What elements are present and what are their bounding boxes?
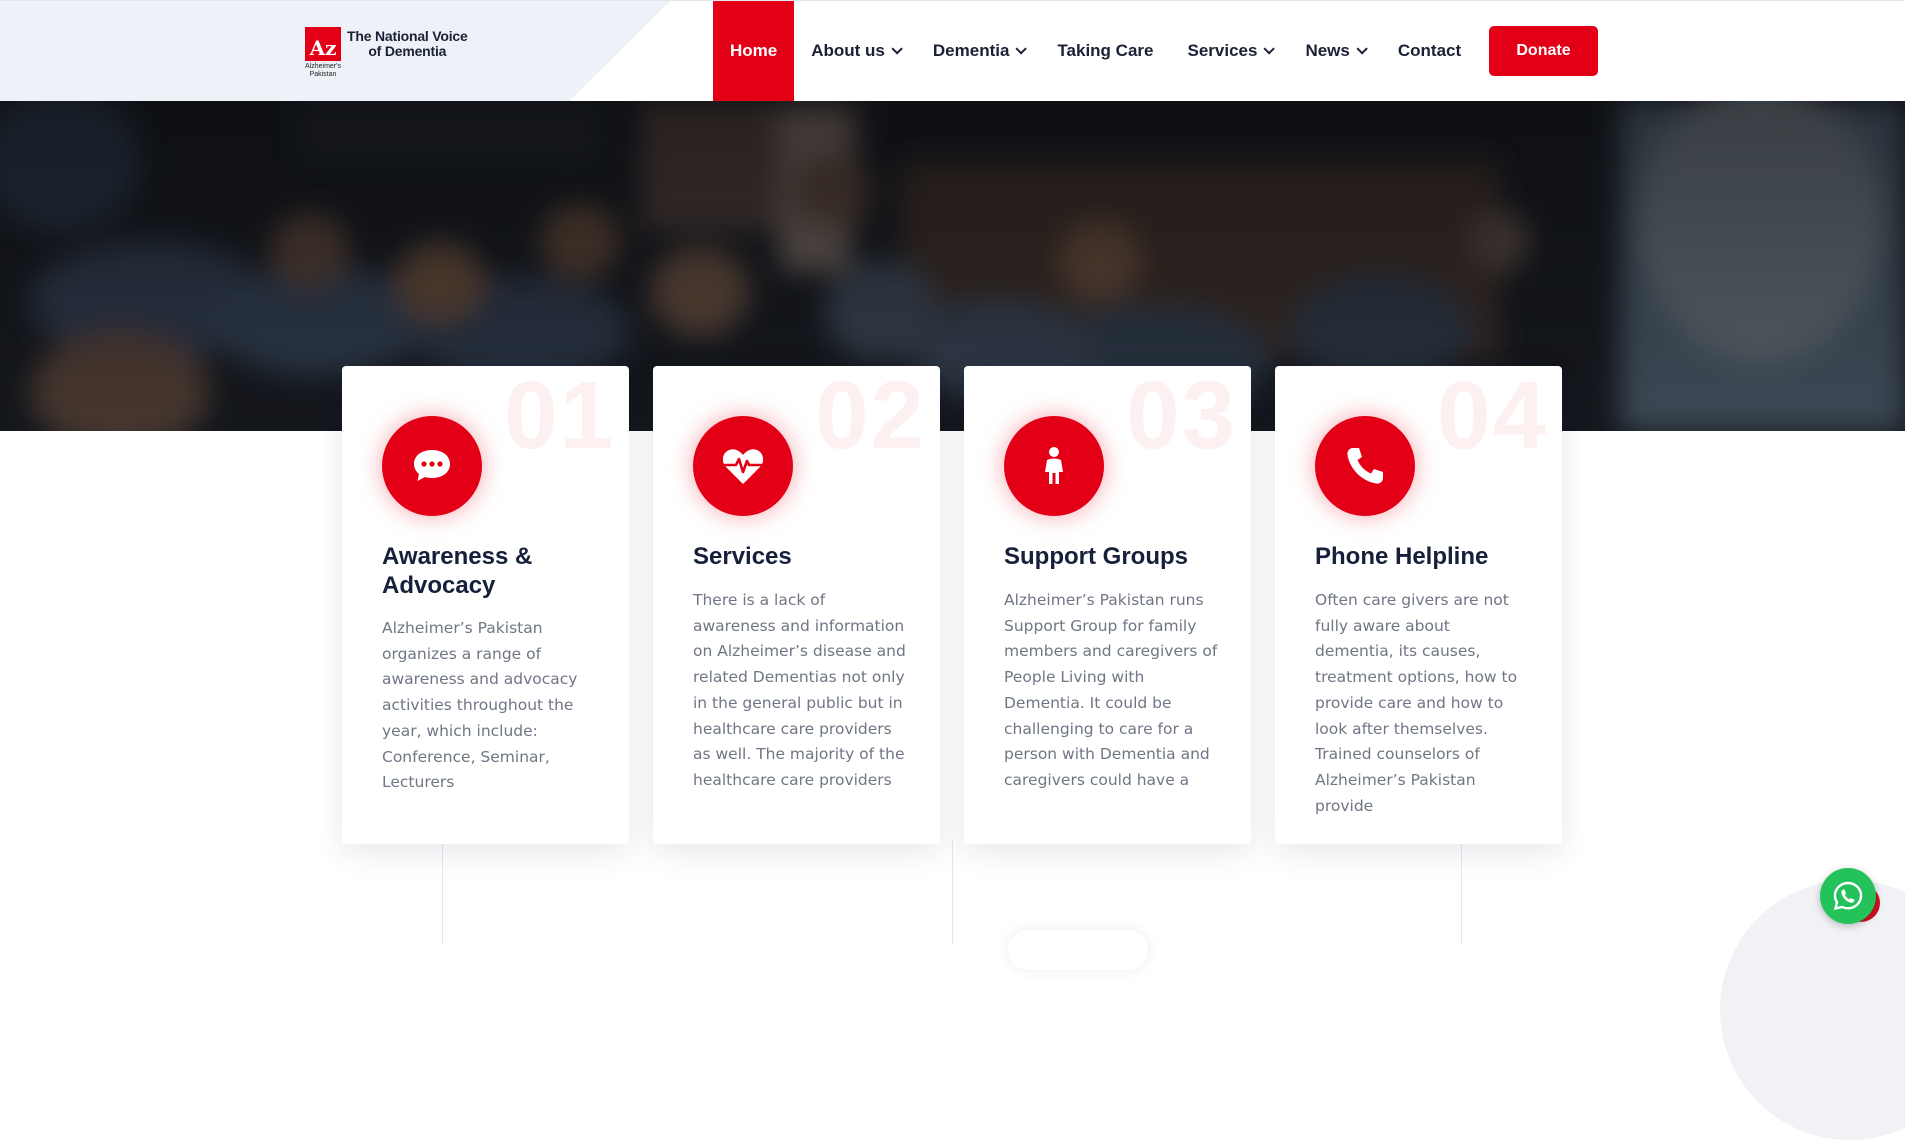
nav-dementia[interactable]: Dementia [916, 1, 1041, 101]
feature-card-support-groups[interactable]: 03 Support Groups Alzheimer’s Pakistan r… [964, 366, 1251, 844]
decorative-circle [1720, 880, 1905, 1140]
card-number: 01 [504, 366, 615, 469]
nav-taking-care-label: Taking Care [1057, 41, 1154, 60]
card-text: Alzheimer’s Pakistan organizes a range o… [382, 619, 578, 792]
phone-icon [1315, 416, 1415, 516]
card-title: Awareness & Advocacy [382, 543, 533, 599]
divider-line [952, 840, 953, 944]
nav-services-label: Services [1187, 41, 1258, 60]
nav-contact-label: Contact [1397, 41, 1462, 60]
card-number: 04 [1437, 366, 1548, 469]
hero-audience-photo [0, 101, 1905, 431]
nav-taking-care[interactable]: Taking Care [1040, 1, 1170, 101]
logo-tagline-line2: of Dementia [368, 43, 447, 59]
card-number: 03 [1126, 366, 1237, 469]
logo-tagline: The National Voice of Dementia [347, 29, 468, 59]
card-text: Often care givers are not fully aware ab… [1315, 591, 1518, 815]
nav-about-us[interactable]: About us [794, 1, 916, 101]
nav-home-label: Home [730, 41, 778, 60]
logo-tagline-line1: The National Voice [347, 28, 468, 44]
card-title: Support Groups [1004, 543, 1188, 570]
feature-card-services[interactable]: 02 Services There is a lack of awareness… [653, 366, 940, 844]
card-number: 02 [815, 366, 926, 469]
divider-line [1461, 840, 1462, 944]
chevron-down-icon [1015, 43, 1028, 55]
hero-image [0, 101, 1905, 431]
card-text: There is a lack of awareness and informa… [693, 591, 906, 789]
logo-small-text: Alzheimer's Pakistan [305, 63, 341, 78]
donate-button[interactable]: Donate [1489, 26, 1598, 76]
nav-dementia-label: Dementia [932, 41, 1010, 60]
nav-news-label: News [1305, 41, 1350, 60]
chevron-down-icon [891, 43, 903, 55]
nav-services[interactable]: Services [1170, 1, 1288, 101]
decorative-pill [1008, 930, 1148, 970]
site-header: Az Alzheimer's Pakistan The National Voi… [0, 0, 1905, 101]
feature-card-phone-helpline[interactable]: 04 Phone Helpline Often care givers are … [1275, 366, 1562, 844]
site-logo[interactable]: Az Alzheimer's Pakistan The National Voi… [305, 27, 468, 78]
logo-mark: Az Alzheimer's Pakistan [305, 27, 341, 78]
chevron-down-icon [1263, 43, 1276, 55]
logo-letters: Az [305, 27, 341, 61]
main-nav: Home About us Dementia Taking Care Servi… [713, 1, 1478, 101]
divider-line [442, 840, 443, 944]
nav-home[interactable]: Home [713, 1, 795, 101]
chevron-down-icon [1356, 43, 1368, 55]
person-icon [1004, 416, 1104, 516]
chat-bubble-icon [382, 416, 482, 516]
feature-card-awareness[interactable]: 01 Awareness & Advocacy Alzheimer’s Paki… [342, 366, 629, 844]
nav-news[interactable]: News [1288, 1, 1380, 101]
card-text: Alzheimer’s Pakistan runs Support Group … [1004, 591, 1218, 789]
whatsapp-icon[interactable] [1820, 868, 1876, 924]
card-title: Phone Helpline [1315, 543, 1489, 570]
heart-pulse-icon [693, 416, 793, 516]
nav-about-us-label: About us [811, 41, 885, 60]
card-title: Services [693, 543, 792, 570]
nav-contact[interactable]: Contact [1381, 1, 1478, 101]
